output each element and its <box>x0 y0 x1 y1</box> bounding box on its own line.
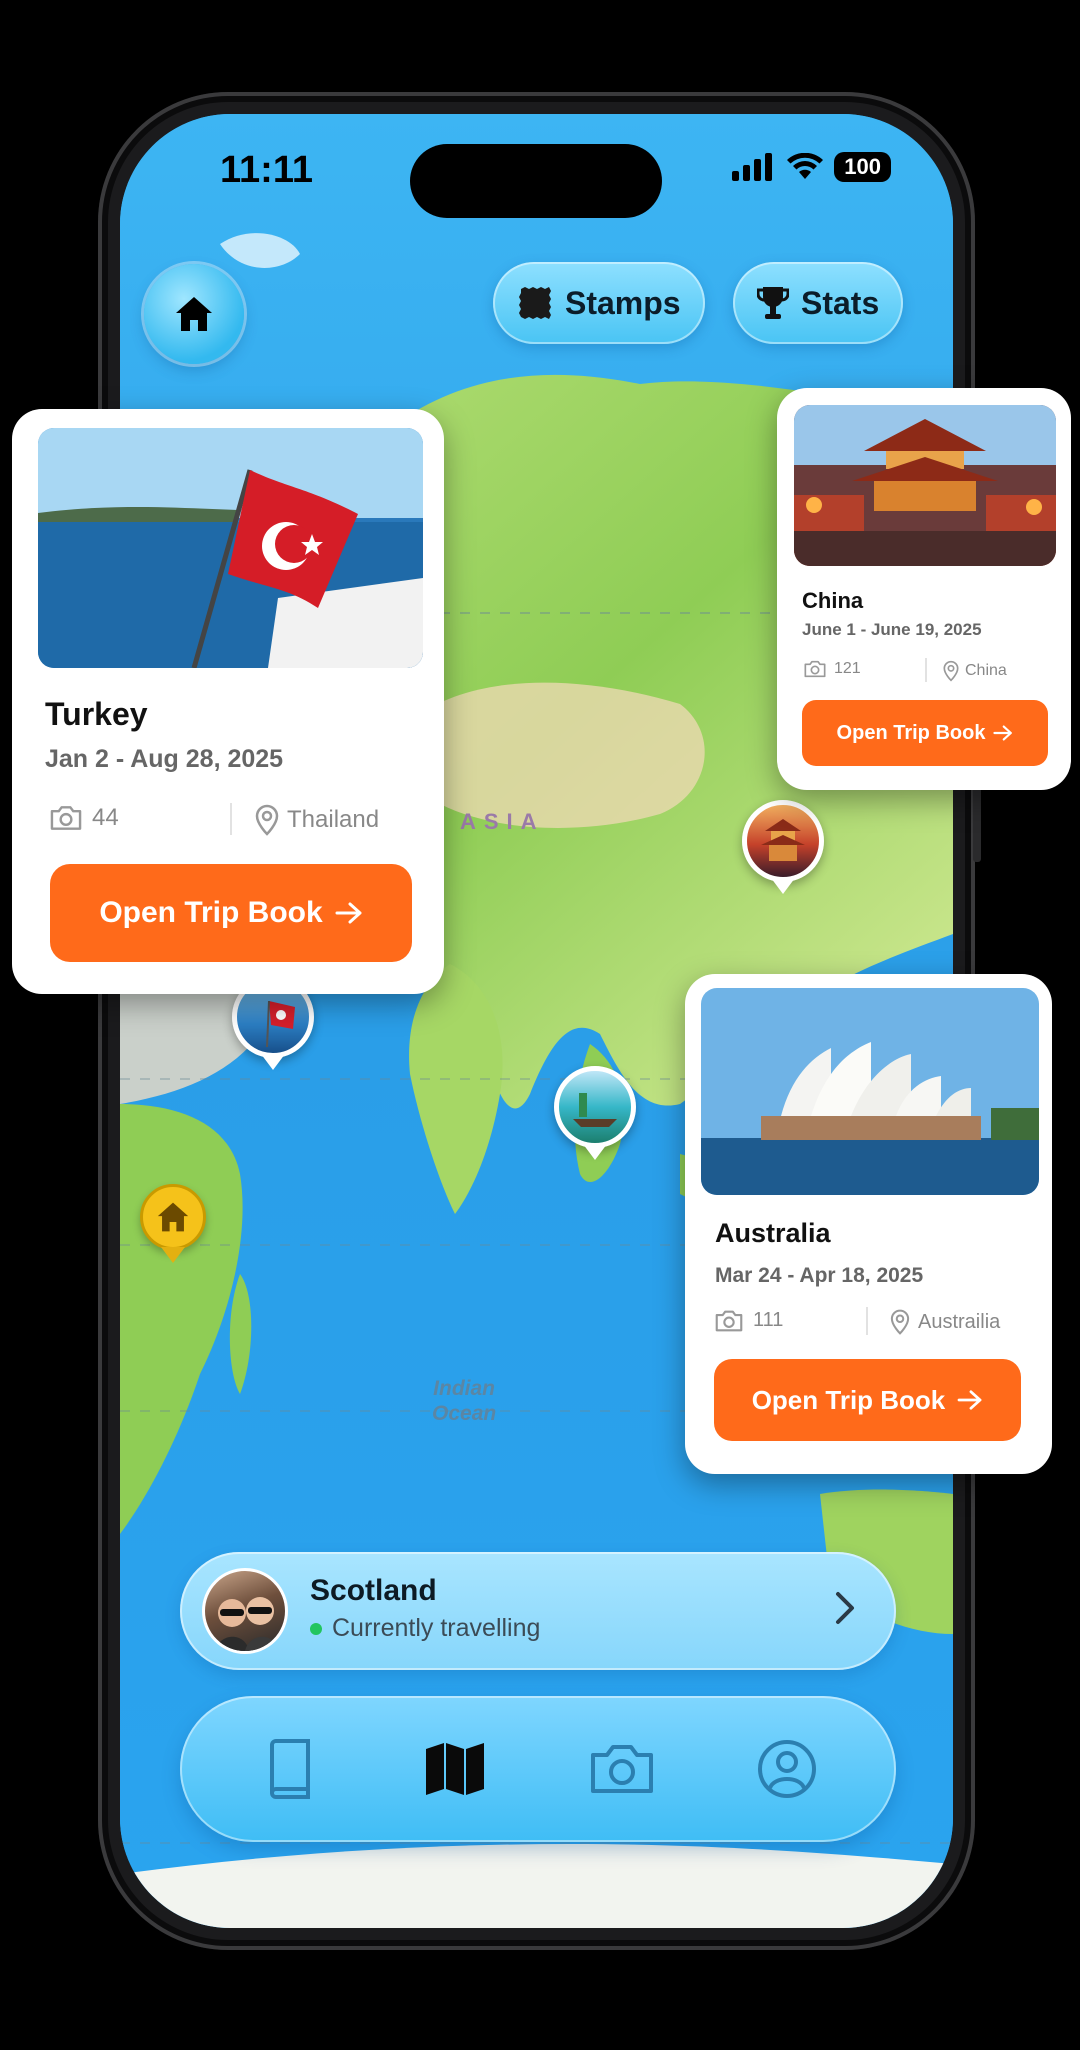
tab-book[interactable] <box>252 1732 326 1806</box>
wifi-icon <box>787 153 824 179</box>
avatar <box>202 1568 288 1654</box>
trip-photo-count: 121 <box>804 660 861 678</box>
map-icon <box>426 1743 484 1795</box>
status-dot <box>310 1622 322 1635</box>
location-pin-icon <box>255 804 279 836</box>
tab-profile[interactable] <box>750 1732 824 1806</box>
cta-label: Open Trip Book <box>836 721 986 744</box>
meta-divider <box>230 803 232 835</box>
arrow-right-icon <box>335 902 362 924</box>
thailand-map-pin[interactable] <box>554 1066 636 1148</box>
boat-icon <box>573 1093 617 1127</box>
map-region-label: ASIA <box>460 809 545 834</box>
australia-photo <box>701 988 1039 1195</box>
home-icon <box>157 1202 189 1232</box>
location-pin-icon <box>943 660 959 682</box>
stats-button[interactable]: Stats <box>733 262 904 344</box>
tab-camera[interactable] <box>585 1732 659 1806</box>
trip-title: Turkey <box>45 696 148 732</box>
trip-dates: June 1 - June 19, 2025 <box>802 620 982 639</box>
trip-location: Austrailia <box>890 1309 1000 1335</box>
trip-location: Thailand <box>255 804 379 836</box>
signal-icon <box>732 153 773 181</box>
book-icon <box>270 1739 310 1799</box>
current-trip-status: Currently travelling <box>310 1614 540 1643</box>
trophy-icon <box>757 287 789 319</box>
temple-icon <box>761 819 805 861</box>
photo-count: 44 <box>92 804 119 831</box>
trip-photo <box>794 405 1056 566</box>
china-map-pin[interactable] <box>742 800 824 882</box>
ocean-label-line: Indian <box>433 1377 496 1400</box>
pin-tail <box>771 878 795 894</box>
photo-count: 111 <box>753 1309 784 1331</box>
trip-photo-count: 44 <box>50 804 119 832</box>
trip-dates: Jan 2 - Aug 28, 2025 <box>45 745 284 773</box>
camera-icon <box>804 660 826 678</box>
location-label: Thailand <box>287 806 380 833</box>
trip-card-australia[interactable]: Australia Mar 24 - Apr 18, 2025 111 Aust… <box>685 974 1052 1474</box>
open-trip-book-button[interactable]: Open Trip Book <box>714 1359 1021 1441</box>
cta-label: Open Trip Book <box>99 896 323 929</box>
turkey-photo <box>38 428 423 668</box>
tab-bar <box>180 1696 896 1842</box>
status-time: 11:11 <box>220 149 313 191</box>
dynamic-island <box>410 144 662 218</box>
open-trip-book-button[interactable]: Open Trip Book <box>50 864 412 962</box>
trip-photo <box>701 988 1039 1195</box>
location-label: China <box>965 662 1007 679</box>
battery-level: 100 <box>834 152 891 182</box>
china-photo <box>794 405 1056 566</box>
pin-tail <box>161 1247 185 1263</box>
ocean-label-line: Ocean <box>432 1402 497 1425</box>
arrow-right-icon <box>957 1390 982 1410</box>
stamps-label: Stamps <box>565 284 681 321</box>
current-trip-title: Scotland <box>310 1574 437 1607</box>
stamps-button[interactable]: Stamps <box>493 262 705 344</box>
avatar-photo <box>215 1597 277 1651</box>
trip-title: China <box>802 588 864 613</box>
home-icon <box>176 297 212 331</box>
trip-dates: Mar 24 - Apr 18, 2025 <box>715 1264 924 1287</box>
status-icons: 100 <box>732 152 891 182</box>
tab-map[interactable] <box>418 1732 492 1806</box>
trip-photo-count: 111 <box>715 1309 783 1332</box>
camera-icon <box>50 806 82 830</box>
photo-count: 121 <box>834 660 861 677</box>
chevron-right-icon <box>836 1592 854 1624</box>
trip-location: China <box>943 660 1007 682</box>
trip-card-china[interactable]: China June 1 - June 19, 2025 121 China O… <box>777 388 1071 790</box>
arrow-right-icon <box>993 725 1013 741</box>
trip-card-turkey[interactable]: Turkey Jan 2 - Aug 28, 2025 44 Thailand … <box>12 409 444 994</box>
home-map-pin[interactable] <box>140 1184 206 1250</box>
pin-tail <box>583 1144 607 1160</box>
meta-divider <box>866 1307 868 1335</box>
camera-icon <box>715 1310 743 1331</box>
location-pin-icon <box>890 1309 910 1335</box>
map-ocean-label: Indian Ocean <box>432 1376 496 1426</box>
location-label: Austrailia <box>918 1310 1001 1333</box>
trip-photo <box>38 428 423 668</box>
camera-icon <box>591 1745 653 1793</box>
trip-title: Australia <box>715 1218 831 1248</box>
stamp-icon <box>519 287 551 319</box>
current-trip-bar[interactable]: Scotland Currently travelling <box>180 1552 896 1670</box>
profile-icon <box>758 1740 816 1798</box>
stats-label: Stats <box>801 284 880 321</box>
meta-divider <box>925 658 927 682</box>
open-trip-book-button[interactable]: Open Trip Book <box>802 700 1048 766</box>
current-trip-subtitle: Currently travelling <box>332 1614 541 1642</box>
home-button[interactable] <box>144 264 244 364</box>
pin-tail <box>261 1054 285 1070</box>
cta-label: Open Trip Book <box>751 1384 946 1415</box>
